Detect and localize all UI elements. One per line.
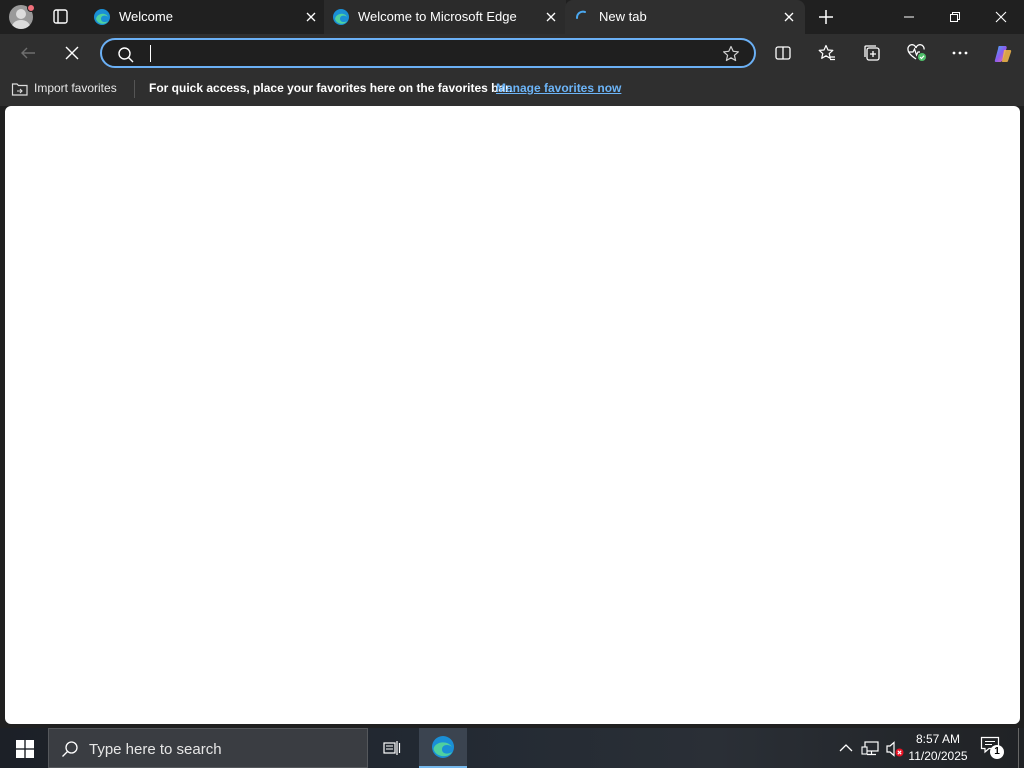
favorites-bar-message: For quick access, place your favorites h… [149,81,513,95]
page-content [5,106,1020,724]
minimize-button[interactable] [886,0,932,34]
profile-notification-dot [27,4,35,12]
browser-essentials-button[interactable] [902,39,930,67]
stop-loading-button[interactable] [58,39,86,67]
browser-essentials-icon [907,44,926,61]
copilot-button[interactable] [988,39,1016,67]
taskbar-edge-button[interactable] [419,728,467,768]
edge-icon [333,9,349,25]
close-icon[interactable] [544,10,558,24]
copilot-icon [994,46,1012,62]
taskbar: Type here to search 8:57 AM 11/20/2025 1 [0,728,1024,768]
close-icon[interactable] [782,10,796,24]
stop-icon [65,46,79,60]
restore-icon [950,12,960,22]
volume-muted-icon[interactable] [885,740,905,758]
close-icon[interactable] [304,10,318,24]
back-button[interactable] [14,39,42,67]
network-icon[interactable] [861,740,881,758]
search-icon [62,741,78,757]
restore-button[interactable] [932,0,978,34]
tab-title: New tab [599,9,647,24]
clock-time: 8:57 AM [915,732,961,746]
split-screen-icon [775,46,791,60]
system-clock[interactable]: 8:57 AM 11/20/2025 [903,731,973,765]
manage-favorites-link[interactable]: Manage favorites now [496,81,621,95]
task-view-icon [383,741,401,755]
address-bar[interactable] [100,38,756,68]
taskbar-search-placeholder: Type here to search [89,741,222,758]
more-options-button[interactable] [946,39,974,67]
tab-title: Welcome [119,9,173,24]
plus-icon [819,10,833,24]
tab-welcome-to-edge[interactable]: Welcome to Microsoft Edge [324,0,566,34]
collections-button[interactable] [858,39,886,67]
collections-icon [864,45,880,61]
split-screen-button[interactable] [769,39,797,67]
chevron-up-icon[interactable] [838,742,854,754]
loading-spinner-icon [576,10,586,19]
tab-new-tab[interactable]: New tab [565,0,805,34]
favorites-button[interactable] [813,39,841,67]
start-button[interactable] [0,728,48,768]
tab-title: Welcome to Microsoft Edge [358,9,517,24]
windows-logo-icon [16,740,34,758]
import-favorites-label: Import favorites [34,81,117,95]
browser-toolbar [0,34,1024,72]
task-view-button[interactable] [370,728,414,768]
notification-count-badge: 1 [990,745,1004,759]
close-icon [995,11,1007,23]
tab-actions-icon[interactable] [47,5,73,29]
more-icon [952,51,968,55]
show-desktop-button[interactable] [1018,728,1019,768]
edge-icon [94,9,110,25]
edge-icon [432,736,454,758]
new-tab-button[interactable] [815,6,837,28]
tab-strip: Welcome Welcome to Microsoft Edge New ta… [0,0,1024,34]
close-window-button[interactable] [978,0,1024,34]
import-folder-icon [11,83,28,96]
notification-center-button[interactable]: 1 [980,736,1006,760]
favorites-bar: Import favorites For quick access, place… [0,72,1024,106]
taskbar-search-box[interactable]: Type here to search [48,728,368,768]
clock-date: 11/20/2025 [908,749,968,763]
divider [134,80,135,98]
text-caret [150,45,151,62]
tab-welcome[interactable]: Welcome [85,0,325,34]
minimize-icon [904,16,914,18]
search-icon [118,47,134,63]
star-icon[interactable] [722,45,740,63]
back-arrow-icon [21,47,35,59]
favorites-icon [818,44,835,61]
address-input[interactable] [148,44,708,62]
